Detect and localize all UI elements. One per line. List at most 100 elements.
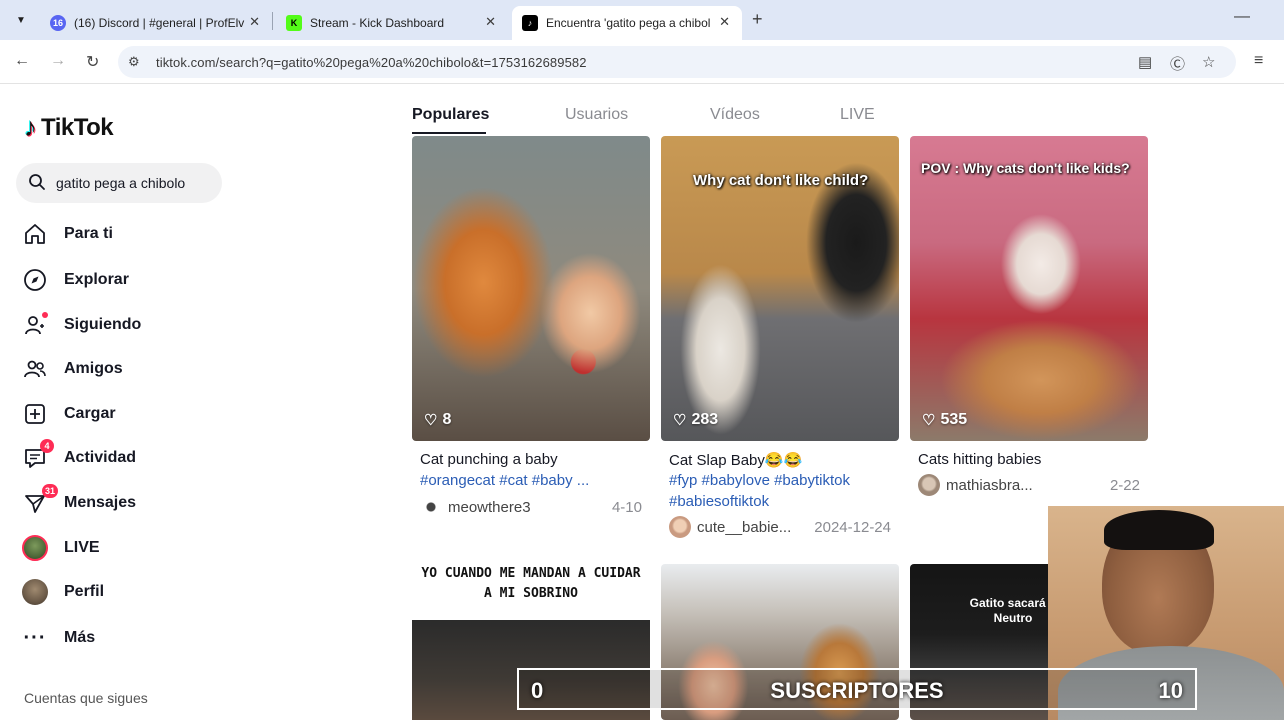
activity-badge: 4 [40,439,54,453]
home-icon [22,221,48,247]
messages-badge: 31 [41,484,58,498]
like-count: ♡ 8 [424,411,452,429]
nav-label: Actividad [64,449,137,466]
messages-icon: 31 [22,484,58,516]
nav-item-mensajes[interactable]: 31 Mensajes [22,484,137,517]
nav-label: LIVE [64,539,100,556]
translate-icon[interactable]: Ⓒ [1170,53,1185,74]
browser-tab-bar: ▼ 16 (16) Discord | #general | ProfElv ✕… [0,0,1284,40]
post-date: 4-10 [611,498,642,516]
tiktok-favicon-icon: ♪ [522,15,538,31]
tab-populares[interactable]: Populares [412,106,489,124]
nav-label: Explorar [64,271,129,288]
video-title[interactable]: Cats hitting babies [918,451,1041,468]
profile-avatar [22,579,48,605]
nav-item-amigos[interactable]: Amigos [22,355,123,383]
like-count: ♡ 283 [673,411,719,429]
sub-goal-label: SUSCRIPTORES [770,678,944,703]
tiktok-logo[interactable]: ♪ TikTok [24,112,114,143]
heart-icon: ♡ [673,412,687,429]
search-query: gatito pega a chibolo [56,175,186,191]
video-author[interactable]: mathiasbra... 2-22 [918,474,1140,496]
subscriber-goal-bar: 0 SUSCRIPTORES 10 [517,668,1197,710]
tab-search-menu-icon[interactable]: ≡ [1254,52,1263,70]
tab-discord[interactable]: 16 (16) Discord | #general | ProfElv ✕ [40,6,272,40]
nav-item-mas[interactable]: ··· Más [22,624,96,652]
nav-label: Mensajes [64,494,137,511]
sub-goal-count: 10 [1158,678,1183,703]
profile-icon [22,579,48,605]
nav-label: Siguiendo [64,316,142,333]
nav-label: Para ti [64,225,113,242]
nav-item-actividad[interactable]: 4 Actividad [22,439,137,472]
nav-item-explorar[interactable]: Explorar [22,266,129,294]
video-overlay-caption: Why cat don't like child? [693,172,869,189]
tab-title: Stream - Kick Dashboard [310,16,445,30]
author-avatar [669,516,691,538]
following-icon [22,312,48,338]
window-minimize-icon[interactable]: — [1234,8,1250,26]
tab-separator [272,12,273,30]
author-name: meowthere3 [448,498,531,516]
close-tab-icon[interactable]: ✕ [485,14,496,30]
nav-label: Cargar [64,405,116,422]
more-icon: ··· [23,626,47,649]
heart-icon: ♡ [922,412,936,429]
following-accounts-title: Cuentas que sigues [24,690,148,706]
author-avatar [918,474,940,496]
nav-label: Amigos [64,360,123,377]
search-input[interactable]: gatito pega a chibolo [16,163,222,203]
friends-icon [22,356,48,382]
new-tab-plus-icon[interactable]: + [752,9,763,30]
tab-title: (16) Discord | #general | ProfElv [74,16,245,30]
upload-icon [22,401,48,427]
video-overlay-caption: POV : Why cats don't like kids? [921,160,1130,176]
nav-label: Más [64,629,96,646]
nav-item-live[interactable]: LIVE [22,534,100,562]
video-hashtags[interactable]: #fyp #babylove #babytiktok #babiesoftikt… [669,470,889,512]
video-thumbnail[interactable] [910,136,1148,441]
close-tab-icon[interactable]: ✕ [249,14,260,30]
nav-item-siguiendo[interactable]: Siguiendo [22,311,141,339]
tab-usuarios[interactable]: Usuarios [565,106,628,124]
video-hashtags[interactable]: #orangecat #cat #baby ... [420,470,640,491]
video-overlay-caption: YO CUANDO ME MANDAN A CUIDAR A MI SOBRIN… [421,566,641,601]
video-title[interactable]: Cat punching a baby [420,451,558,468]
discord-favicon-icon: 16 [50,15,66,31]
address-bar[interactable]: ⚙ tiktok.com/search?q=gatito%20pega%20a%… [118,46,1236,78]
video-title[interactable]: Cat Slap Baby😂😂 [669,451,802,469]
video-author[interactable]: meowthere3 4-10 [420,496,642,518]
nav-label: Perfil [64,583,105,600]
tab-search-chevron-icon[interactable]: ▼ [10,9,32,31]
activity-icon: 4 [22,439,54,471]
author-name: cute__babie... [697,518,792,536]
video-thumbnail[interactable] [412,136,650,441]
site-settings-icon[interactable]: ⚙ [128,54,140,70]
tab-kick[interactable]: K Stream - Kick Dashboard ✕ [276,6,508,40]
bookmark-star-icon[interactable]: ☆ [1202,53,1215,71]
close-tab-icon[interactable]: ✕ [719,14,730,30]
browser-toolbar: ← → ↻ ⚙ tiktok.com/search?q=gatito%20peg… [0,40,1284,84]
back-arrow-icon[interactable]: ← [14,52,30,70]
install-app-icon[interactable]: ▤ [1138,53,1152,71]
url-text[interactable]: tiktok.com/search?q=gatito%20pega%20a%20… [156,55,587,70]
live-avatar [22,535,48,561]
nav-item-perfil[interactable]: Perfil [22,578,104,606]
like-count: ♡ 535 [922,411,968,429]
post-date: 2-22 [1109,476,1140,494]
heart-icon: ♡ [424,412,438,429]
live-icon [22,535,48,561]
streamer-hair [1104,510,1214,550]
tab-title: Encuentra 'gatito pega a chibolo [546,16,710,30]
video-author[interactable]: cute__babie... 2024-12-24 [669,516,891,538]
tab-live[interactable]: LIVE [840,106,875,124]
tab-tiktok-search[interactable]: ♪ Encuentra 'gatito pega a chibolo ✕ [512,6,742,40]
forward-arrow-icon[interactable]: → [50,52,66,70]
nav-item-para-ti[interactable]: Para ti [22,220,113,248]
nav-item-cargar[interactable]: Cargar [22,400,116,428]
reload-icon[interactable]: ↻ [86,52,99,72]
active-tab-underline [412,132,486,134]
compass-icon [22,267,48,293]
tab-videos[interactable]: Vídeos [710,106,760,124]
search-icon [29,174,45,190]
